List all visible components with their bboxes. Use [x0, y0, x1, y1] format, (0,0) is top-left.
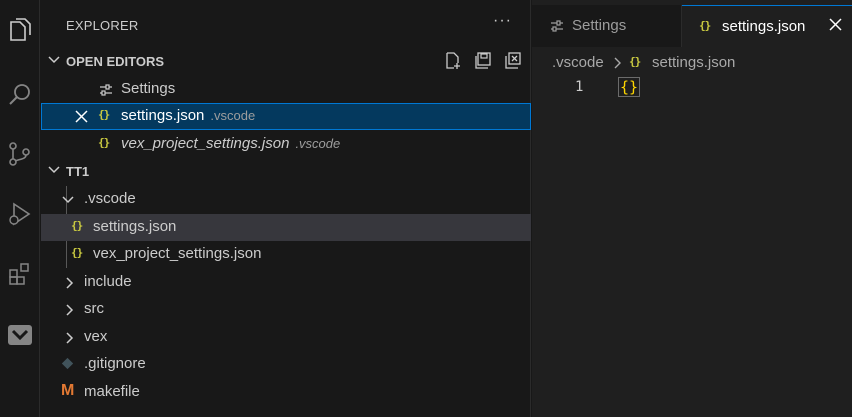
open-editor-label-wrap: settings.json .vscode	[121, 107, 255, 124]
json-icon: {}	[629, 55, 641, 68]
chevron-down-icon	[48, 56, 60, 64]
tree-item-label: settings.json	[93, 218, 177, 235]
json-icon: {}	[71, 246, 83, 259]
tree-folder-include[interactable]: include	[41, 269, 531, 296]
chevron-down-icon	[62, 196, 74, 204]
tree-file-settings-json[interactable]: {} settings.json	[41, 214, 531, 241]
tree-item-label: vex_project_settings.json	[93, 245, 262, 262]
tree-item-label: .vscode	[84, 190, 136, 207]
json-icon: {}	[98, 108, 110, 121]
tree-item-label: makefile	[84, 383, 140, 400]
close-all-icon[interactable]	[503, 50, 523, 72]
project-header[interactable]: TT1	[41, 160, 531, 182]
breadcrumb-file[interactable]: settings.json	[652, 54, 735, 71]
code-line[interactable]: {}	[618, 77, 641, 97]
activity-bar	[0, 0, 40, 417]
open-editor-label: vex_project_settings.json	[121, 135, 290, 152]
open-editor-desc: .vscode	[295, 136, 341, 151]
tree-folder-vex[interactable]: vex	[41, 324, 531, 351]
json-icon: {}	[71, 219, 83, 232]
tree-file-gitignore[interactable]: .gitignore	[41, 351, 531, 378]
tree-item-label: .gitignore	[84, 355, 146, 372]
explorer-sidebar: EXPLORER ··· OPEN EDITORS Settings {} se…	[41, 0, 531, 417]
chevron-right-icon	[66, 332, 74, 344]
tree-item-label: src	[84, 300, 104, 317]
extensions-icon[interactable]	[0, 254, 40, 294]
json-icon: {}	[98, 136, 110, 149]
run-debug-icon[interactable]	[0, 194, 40, 234]
chevron-right-icon	[66, 277, 74, 289]
tree-folder-src[interactable]: src	[41, 296, 531, 323]
settings-icon	[551, 20, 563, 32]
tab-settings[interactable]: Settings	[532, 5, 682, 47]
code-content: {}	[618, 77, 641, 97]
tree-file-makefile[interactable]: M makefile	[41, 379, 531, 406]
tab-bar: Settings {} settings.json	[532, 5, 852, 48]
settings-icon	[100, 84, 112, 96]
open-editor-label-wrap: vex_project_settings.json .vscode	[121, 135, 340, 152]
tab-label: Settings	[572, 17, 627, 34]
open-editor-desc: .vscode	[210, 108, 256, 123]
sidebar-title: EXPLORER	[66, 18, 139, 33]
more-actions-icon[interactable]: ···	[493, 12, 512, 30]
explorer-icon[interactable]	[0, 10, 40, 50]
project-label: TT1	[66, 164, 90, 179]
tab-label: settings.json	[722, 18, 806, 35]
save-all-icon[interactable]	[473, 50, 493, 72]
tree-file-vex-project-settings[interactable]: {} vex_project_settings.json	[41, 241, 531, 268]
chevron-down-icon	[48, 166, 60, 174]
source-control-icon[interactable]	[0, 134, 40, 174]
line-number: 1	[575, 79, 584, 95]
tree-item-label: include	[84, 273, 132, 290]
editor-area: Settings {} settings.json .vscode {} set…	[532, 0, 852, 417]
git-icon	[61, 357, 74, 370]
close-icon[interactable]	[75, 110, 88, 123]
makefile-icon: M	[61, 382, 75, 399]
tree-item-label: vex	[84, 328, 108, 345]
chevron-right-icon	[66, 304, 74, 316]
open-editor-label: settings.json	[121, 107, 205, 124]
close-icon[interactable]	[829, 18, 842, 31]
breadcrumb-separator-icon	[614, 57, 621, 69]
open-editor-vex-project-settings[interactable]: {} vex_project_settings.json .vscode	[41, 131, 531, 158]
vex-extension-icon[interactable]	[0, 314, 40, 354]
breadcrumb-folder[interactable]: .vscode	[552, 54, 604, 71]
open-editor-settings[interactable]: Settings	[41, 76, 531, 103]
tree-folder-vscode[interactable]: .vscode	[41, 186, 531, 213]
new-file-icon[interactable]	[443, 50, 463, 72]
open-editors-label: OPEN EDITORS	[66, 54, 165, 69]
search-icon[interactable]	[0, 75, 40, 115]
open-editor-settings-json[interactable]: {} settings.json .vscode	[41, 103, 531, 130]
tab-settings-json[interactable]: {} settings.json	[682, 5, 852, 48]
json-icon: {}	[699, 19, 711, 32]
open-editor-label: Settings	[121, 80, 176, 97]
